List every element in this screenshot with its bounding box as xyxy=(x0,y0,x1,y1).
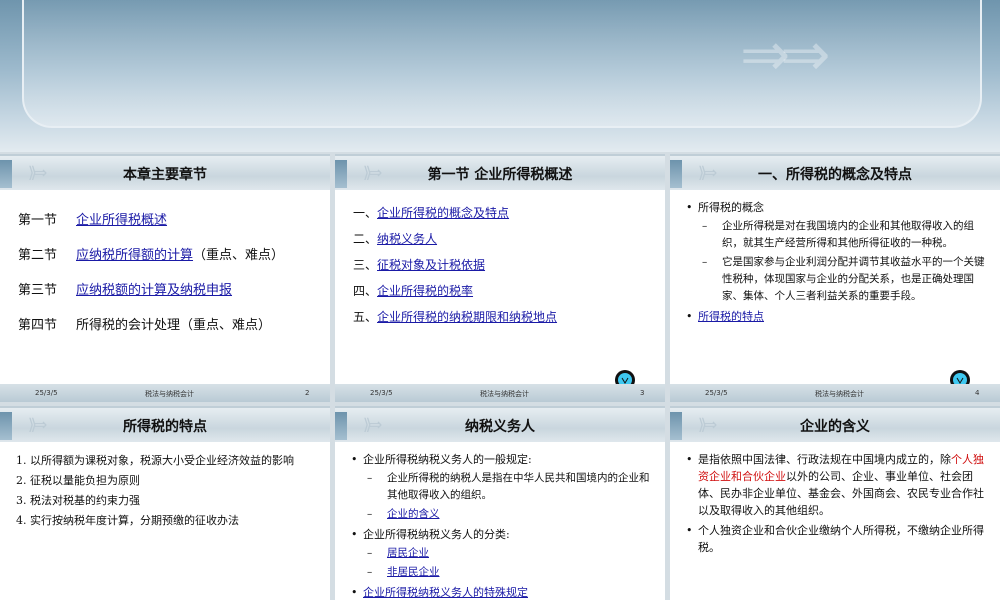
slide-thumbnail-2[interactable]: ⟫⇒ 本章主要章节 第一节 企业所得税概述 第二节 应纳税所得额的计算 （重点、难点） … xyxy=(0,154,330,402)
section-label: 第三节 xyxy=(18,283,58,298)
section-link[interactable]: 企业所得税概述 xyxy=(76,209,167,228)
numbered-item: 3. 税法对税基的约束力强 xyxy=(16,494,140,507)
footer-title: 税法与纳税会计 xyxy=(145,390,194,398)
footer-title: 税法与纳税会计 xyxy=(815,390,864,398)
slide-thumbnail-4[interactable]: ⟫⇒一、所得税的概念及特点 所得税的概念 企业所得税是对在我国境内的企业和其他取… xyxy=(670,154,1000,402)
footer-date: 25/3/5 xyxy=(35,389,58,397)
section-text: 所得税的会计处理（重点、难点） xyxy=(76,318,272,333)
slide-thumbnail-3[interactable]: ⟫⇒ 第一节 企业所得税概述 一、企业所得税的概念及特点 二、纳税义务人 三、征税… xyxy=(335,154,665,402)
outline-link[interactable]: 纳税义务人 xyxy=(377,232,437,246)
outline-link[interactable]: 企业所得税的概念及特点 xyxy=(377,206,509,220)
section-note: （重点、难点） xyxy=(193,248,285,263)
slide-title: 所得税的特点 xyxy=(123,419,207,435)
section-link[interactable]: 应纳税额的计算及纳税申报 xyxy=(76,279,232,298)
slide-footer: 25/3/5 税法与纳税会计 4 xyxy=(670,384,1000,402)
bullet-text: 企业所得税纳税义务人的一般规定: xyxy=(349,451,651,468)
slide-thumbnail-7[interactable]: ⟫⇒企业的含义 是指依照中国法律、行政法规在中国境内成立的，除个人独资企业和合伙… xyxy=(670,406,1000,600)
outline-link[interactable]: 企业所得税的纳税期限和纳税地点 xyxy=(377,310,557,324)
slide-title: 纳税义务人 xyxy=(465,419,535,435)
footer-date: 25/3/5 xyxy=(705,389,728,397)
section-label: 第一节 xyxy=(18,213,58,228)
sub-bullet-text: 它是国家参与企业利润分配并调节其收益水平的一个关键性税种，体现国家与企业的分配关… xyxy=(684,254,986,305)
item-number: 三、 xyxy=(353,258,378,272)
features-link[interactable]: 所得税的特点 xyxy=(698,310,764,323)
slide-footer: 25/3/5 税法与纳税会计 2 xyxy=(0,384,330,402)
top-banner: ⇒⇒ xyxy=(0,0,1000,152)
footer-date: 25/3/5 xyxy=(370,389,393,397)
sub-bullet-text: 企业所得税的纳税人是指在中华人民共和国境内的企业和其他取得收入的组织。 xyxy=(349,470,651,504)
footer-title: 税法与纳税会计 xyxy=(480,390,529,398)
enterprise-meaning-link[interactable]: 企业的含义 xyxy=(387,508,440,520)
item-number: 二、 xyxy=(353,232,378,246)
bullet-text: 所得税的概念 xyxy=(684,199,986,216)
numbered-item: 4. 实行按纳税年度计算，分期预缴的征收办法 xyxy=(16,514,239,527)
item-number: 五、 xyxy=(353,310,378,324)
numbered-item: 2. 征税以量能负担为原则 xyxy=(16,474,140,487)
section-label: 第二节 xyxy=(18,248,58,263)
outline-link[interactable]: 企业所得税的税率 xyxy=(377,284,473,298)
resident-enterprise-link[interactable]: 居民企业 xyxy=(387,547,429,559)
sub-bullet-text: 企业所得税是对在我国境内的企业和其他取得收入的组织，就其生产经营所得和其他所得征… xyxy=(684,218,986,252)
bullet-text: 是指依照中国法律、行政法规在中国境内成立的，除个人独资企业和合伙企业以外的公司、… xyxy=(684,451,986,519)
bullet-text: 个人独资企业和合伙企业缴纳个人所得税，不缴纳企业所得税。 xyxy=(684,522,986,556)
footer-page: 4 xyxy=(975,389,980,397)
text: 是指依照中国法律、行政法规在中国境内成立的，除 xyxy=(698,453,951,466)
slide-title: 一、所得税的概念及特点 xyxy=(758,167,912,183)
slide-footer: 25/3/5 税法与纳税会计 3 xyxy=(335,384,665,402)
footer-page: 3 xyxy=(640,389,645,397)
slide-thumbnail-5[interactable]: ⟫⇒ 所得税的特点 1. 以所得额为课税对象，税源大小受企业经济效益的影响 2. … xyxy=(0,406,330,600)
slide-title: 企业的含义 xyxy=(800,419,870,435)
item-number: 四、 xyxy=(353,284,378,298)
section-label: 第四节 xyxy=(18,318,58,333)
non-resident-enterprise-link[interactable]: 非居民企业 xyxy=(387,566,440,578)
special-rules-link[interactable]: 企业所得税纳税义务人的特殊规定 xyxy=(363,586,528,599)
section-link[interactable]: 应纳税所得额的计算 xyxy=(76,244,193,263)
slide-title: 第一节 企业所得税概述 xyxy=(427,167,573,183)
arrows-decoration-icon: ⇒⇒ xyxy=(740,20,830,90)
outline-link[interactable]: 征税对象及计税依据 xyxy=(377,258,485,272)
footer-page: 2 xyxy=(305,389,310,397)
bullet-text: 企业所得税纳税义务人的分类: xyxy=(349,526,651,543)
item-number: 一、 xyxy=(353,206,378,220)
numbered-item: 1. 以所得额为课税对象，税源大小受企业经济效益的影响 xyxy=(16,454,294,467)
slide-thumbnail-6[interactable]: ⟫⇒纳税义务人 企业所得税纳税义务人的一般规定: 企业所得税的纳税人是指在中华人… xyxy=(335,406,665,600)
slide-title: 本章主要章节 xyxy=(123,167,207,183)
